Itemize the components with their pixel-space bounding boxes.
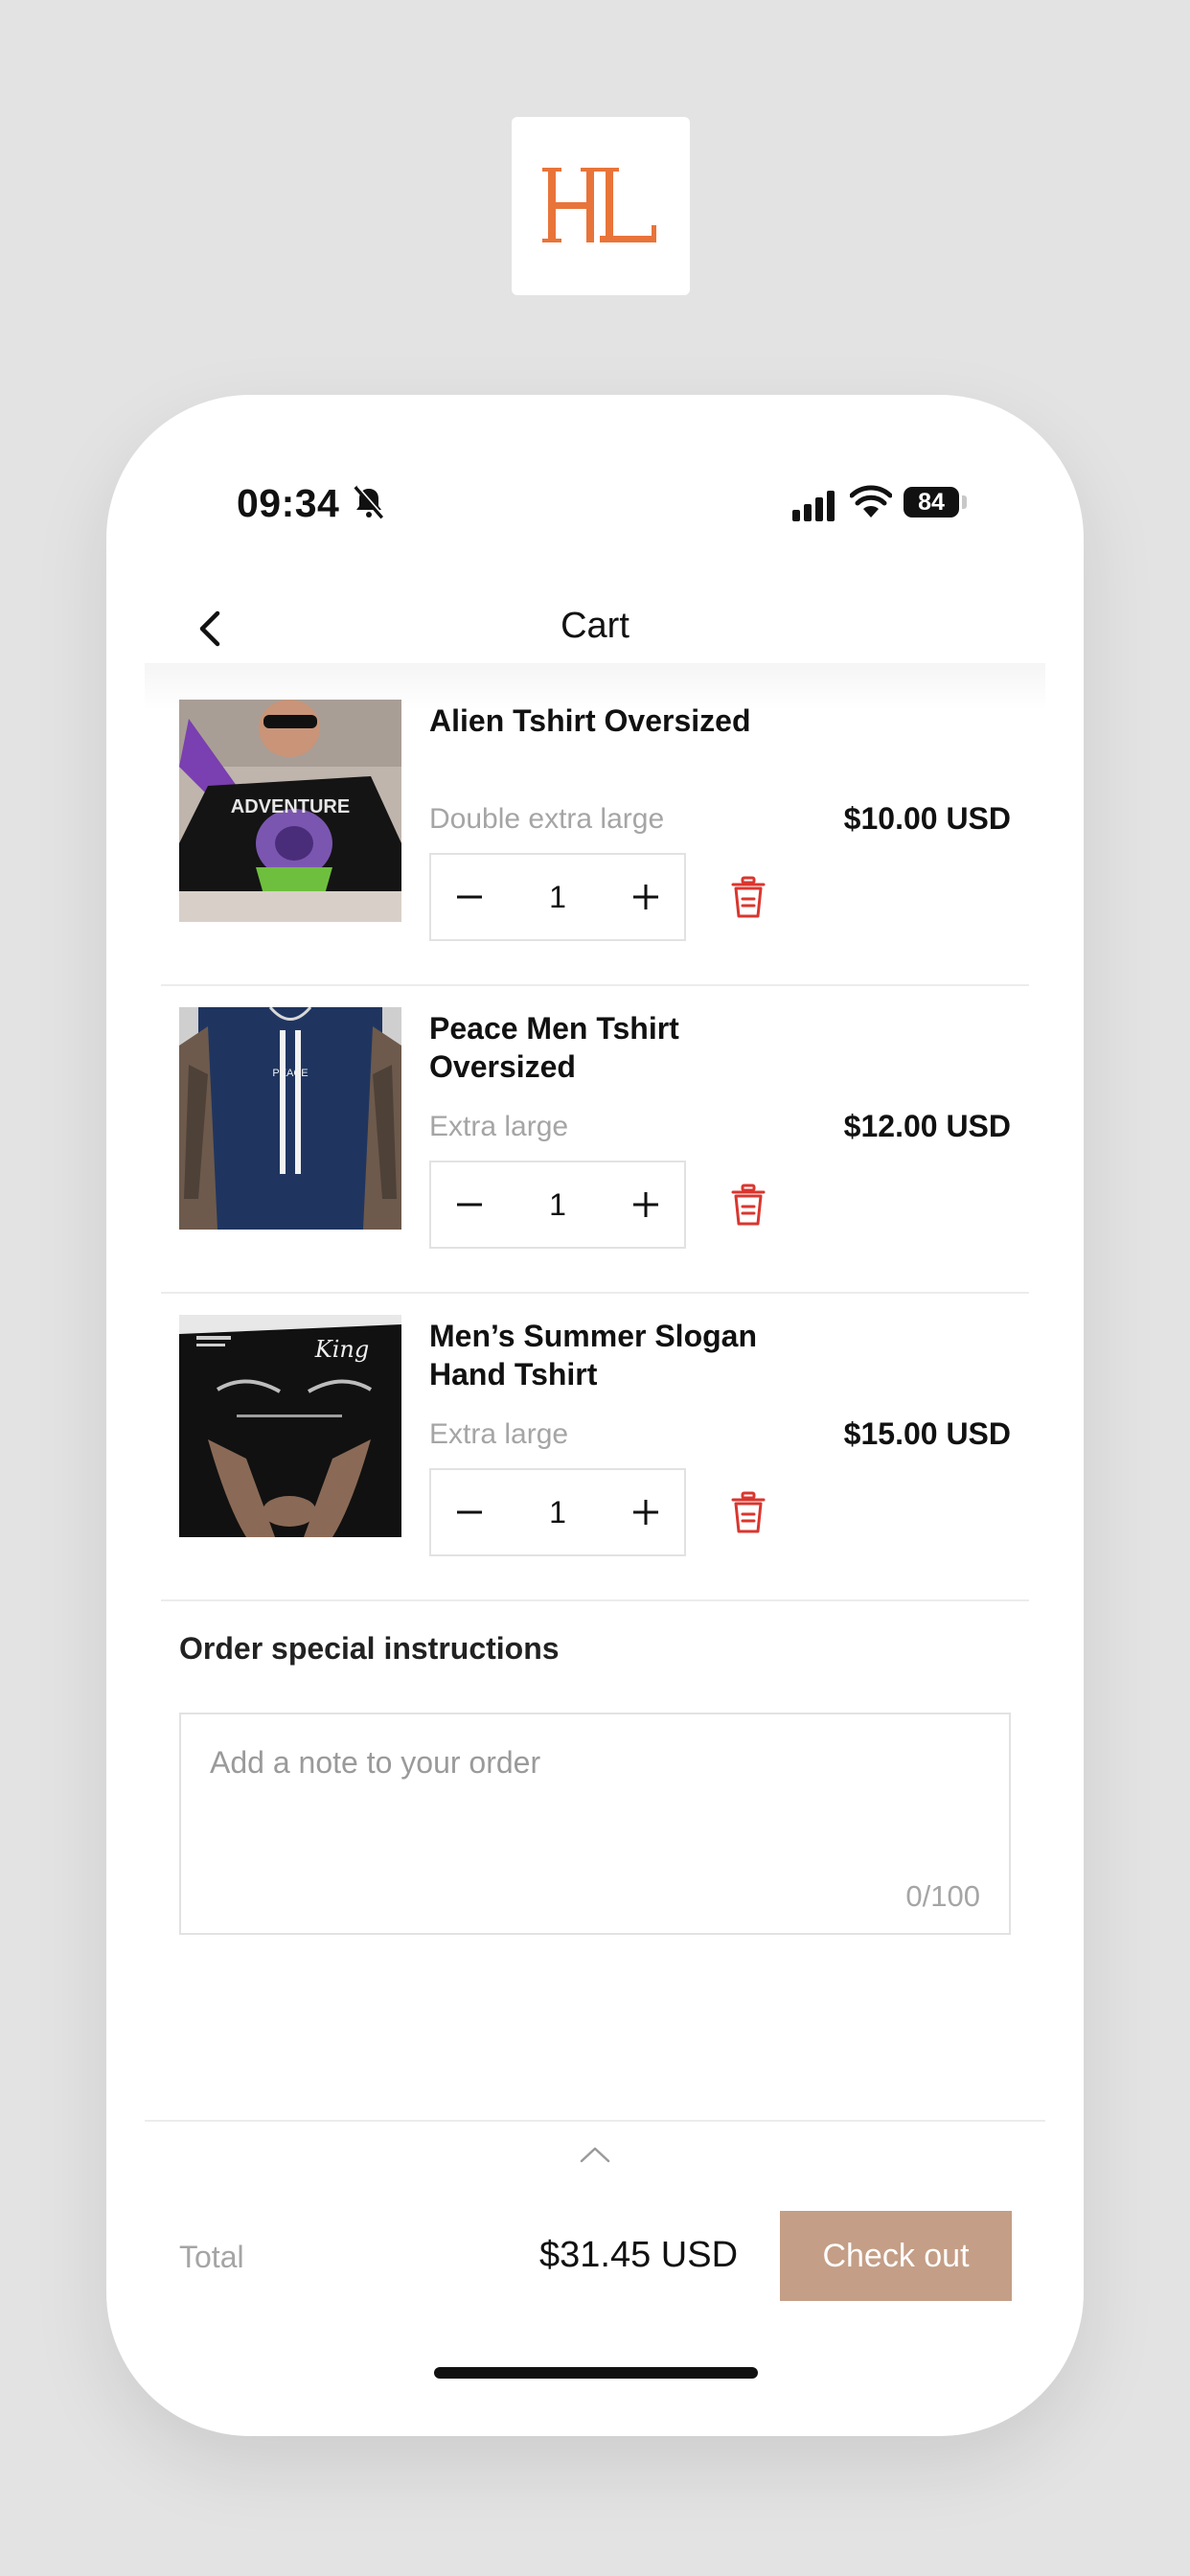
product-image: PEACE (179, 1007, 401, 1230)
phone-frame: 09:34 84 Cart ADVENTURE Alien Tshirt Ove… (106, 395, 1084, 2436)
brand-logo (512, 117, 690, 295)
instructions-label: Order special instructions (179, 1631, 560, 1666)
minus-icon (457, 1510, 482, 1514)
decrement-button[interactable] (431, 1470, 508, 1554)
cart-item: PEACE Peace Men Tshirt Oversized Extra l… (106, 1007, 1084, 1314)
wifi-icon (850, 485, 892, 518)
plus-icon (632, 885, 658, 909)
trash-icon[interactable] (729, 1184, 767, 1228)
quantity-stepper: 1 (429, 853, 686, 941)
chevron-up-icon[interactable] (579, 2145, 611, 2164)
character-counter: 0/100 (905, 1879, 980, 1913)
plus-icon (632, 1500, 658, 1525)
increment-button[interactable] (607, 855, 684, 939)
quantity-value[interactable]: 1 (549, 1495, 566, 1530)
quantity-stepper: 1 (429, 1468, 686, 1556)
increment-button[interactable] (607, 1162, 684, 1247)
plus-icon (632, 1192, 658, 1217)
minus-icon (457, 1203, 482, 1207)
quantity-value[interactable]: 1 (549, 1187, 566, 1223)
svg-text:King: King (314, 1336, 369, 1363)
quantity-value[interactable]: 1 (549, 880, 566, 915)
divider (161, 1292, 1029, 1294)
total-value: $31.45 USD (539, 2235, 739, 2275)
product-title: Peace Men Tshirt Oversized (429, 1011, 679, 1084)
bell-muted-icon (354, 485, 385, 519)
order-note-placeholder: Add a note to your order (210, 1745, 541, 1780)
svg-text:ADVENTURE: ADVENTURE (231, 796, 350, 817)
battery-icon: 84 (904, 487, 959, 518)
product-image: ADVENTURE (179, 700, 401, 922)
quantity-stepper: 1 (429, 1161, 686, 1249)
hl-logo-icon (542, 168, 656, 242)
page-title: Cart (561, 606, 629, 646)
svg-text:PEACE: PEACE (272, 1068, 308, 1079)
trash-icon[interactable] (729, 1491, 767, 1535)
divider (161, 1599, 1029, 1601)
product-title: Men’s Summer Slogan Hand Tshirt (429, 1319, 757, 1392)
product-price: $10.00 USD (843, 801, 1011, 836)
order-note-field[interactable]: Add a note to your order 0/100 (179, 1713, 1011, 1935)
status-bar: 09:34 84 (106, 395, 1084, 548)
increment-button[interactable] (607, 1470, 684, 1554)
decrement-button[interactable] (431, 855, 508, 939)
decrement-button[interactable] (431, 1162, 508, 1247)
total-label: Total (179, 2240, 244, 2274)
battery-cap (962, 495, 967, 509)
cart-item: King Men’s Summer Slogan Hand Tshirt Ext… (106, 1315, 1084, 1622)
checkout-button[interactable]: Check out (780, 2211, 1012, 2301)
product-variant: Extra large (429, 1418, 569, 1450)
cart-item: ADVENTURE Alien Tshirt Oversized Double … (106, 700, 1084, 1006)
home-indicator[interactable] (434, 2367, 758, 2379)
signal-icon (792, 491, 835, 521)
divider (161, 984, 1029, 986)
status-time: 09:34 (237, 481, 340, 525)
product-image: King (179, 1315, 401, 1537)
minus-icon (457, 895, 482, 899)
product-variant: Extra large (429, 1111, 569, 1142)
product-price: $12.00 USD (843, 1109, 1011, 1143)
trash-icon[interactable] (729, 876, 767, 920)
footer-divider (145, 2120, 1045, 2122)
product-title: Alien Tshirt Oversized (429, 703, 751, 738)
product-price: $15.00 USD (843, 1416, 1011, 1451)
product-variant: Double extra large (429, 803, 665, 835)
